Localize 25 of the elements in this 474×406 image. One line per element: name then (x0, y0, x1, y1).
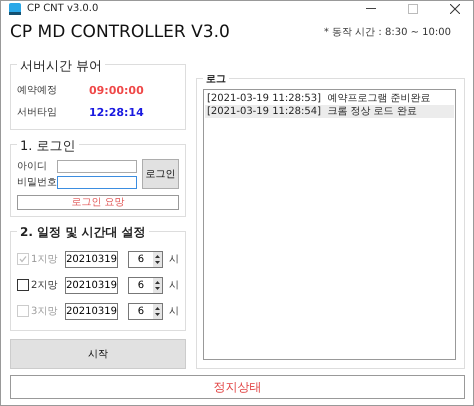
status-bar: 정지상태 (10, 375, 465, 399)
group-title: 2. 일정 및 시간대 설정 (17, 224, 149, 241)
app-heading: CP MD CONTROLLER V3.0 (10, 22, 230, 42)
unit-label: 시 (169, 253, 179, 266)
date-field[interactable]: 20210319 (65, 276, 118, 294)
start-button[interactable]: 시작 (10, 339, 186, 369)
field-label: 예약예정 (17, 84, 58, 97)
window-title: CP CNT v3.0.0 (27, 3, 100, 14)
time-value: 09:00:00 (89, 84, 144, 96)
hours-note: * 동작 시간 : 8:30 ~ 10:00 (324, 26, 452, 39)
checkbox-label: 1지망 (31, 253, 58, 266)
hour-spinner[interactable]: 6 (128, 276, 163, 294)
log-entry[interactable]: [2021-03-19 11:28:54] 크롬 정상 로드 완료 (205, 105, 454, 118)
login-status: 로그인 요망 (17, 195, 179, 210)
login-button[interactable]: 로그인 (142, 159, 179, 189)
field-label: 서버타임 (17, 106, 58, 119)
checkbox-label: 2지망 (31, 279, 58, 292)
field-label: 아이디 (17, 160, 48, 173)
group-title: 로그 (203, 72, 229, 86)
checkbox-label: 3지망 (31, 305, 58, 318)
unit-label: 시 (169, 305, 179, 318)
time-value: 12:28:14 (89, 106, 144, 118)
field-label: 비밀번호 (17, 176, 57, 189)
log-entry[interactable]: [2021-03-19 11:28:53] 예약프로그램 준비완료 (205, 92, 454, 105)
unit-label: 시 (169, 279, 179, 292)
